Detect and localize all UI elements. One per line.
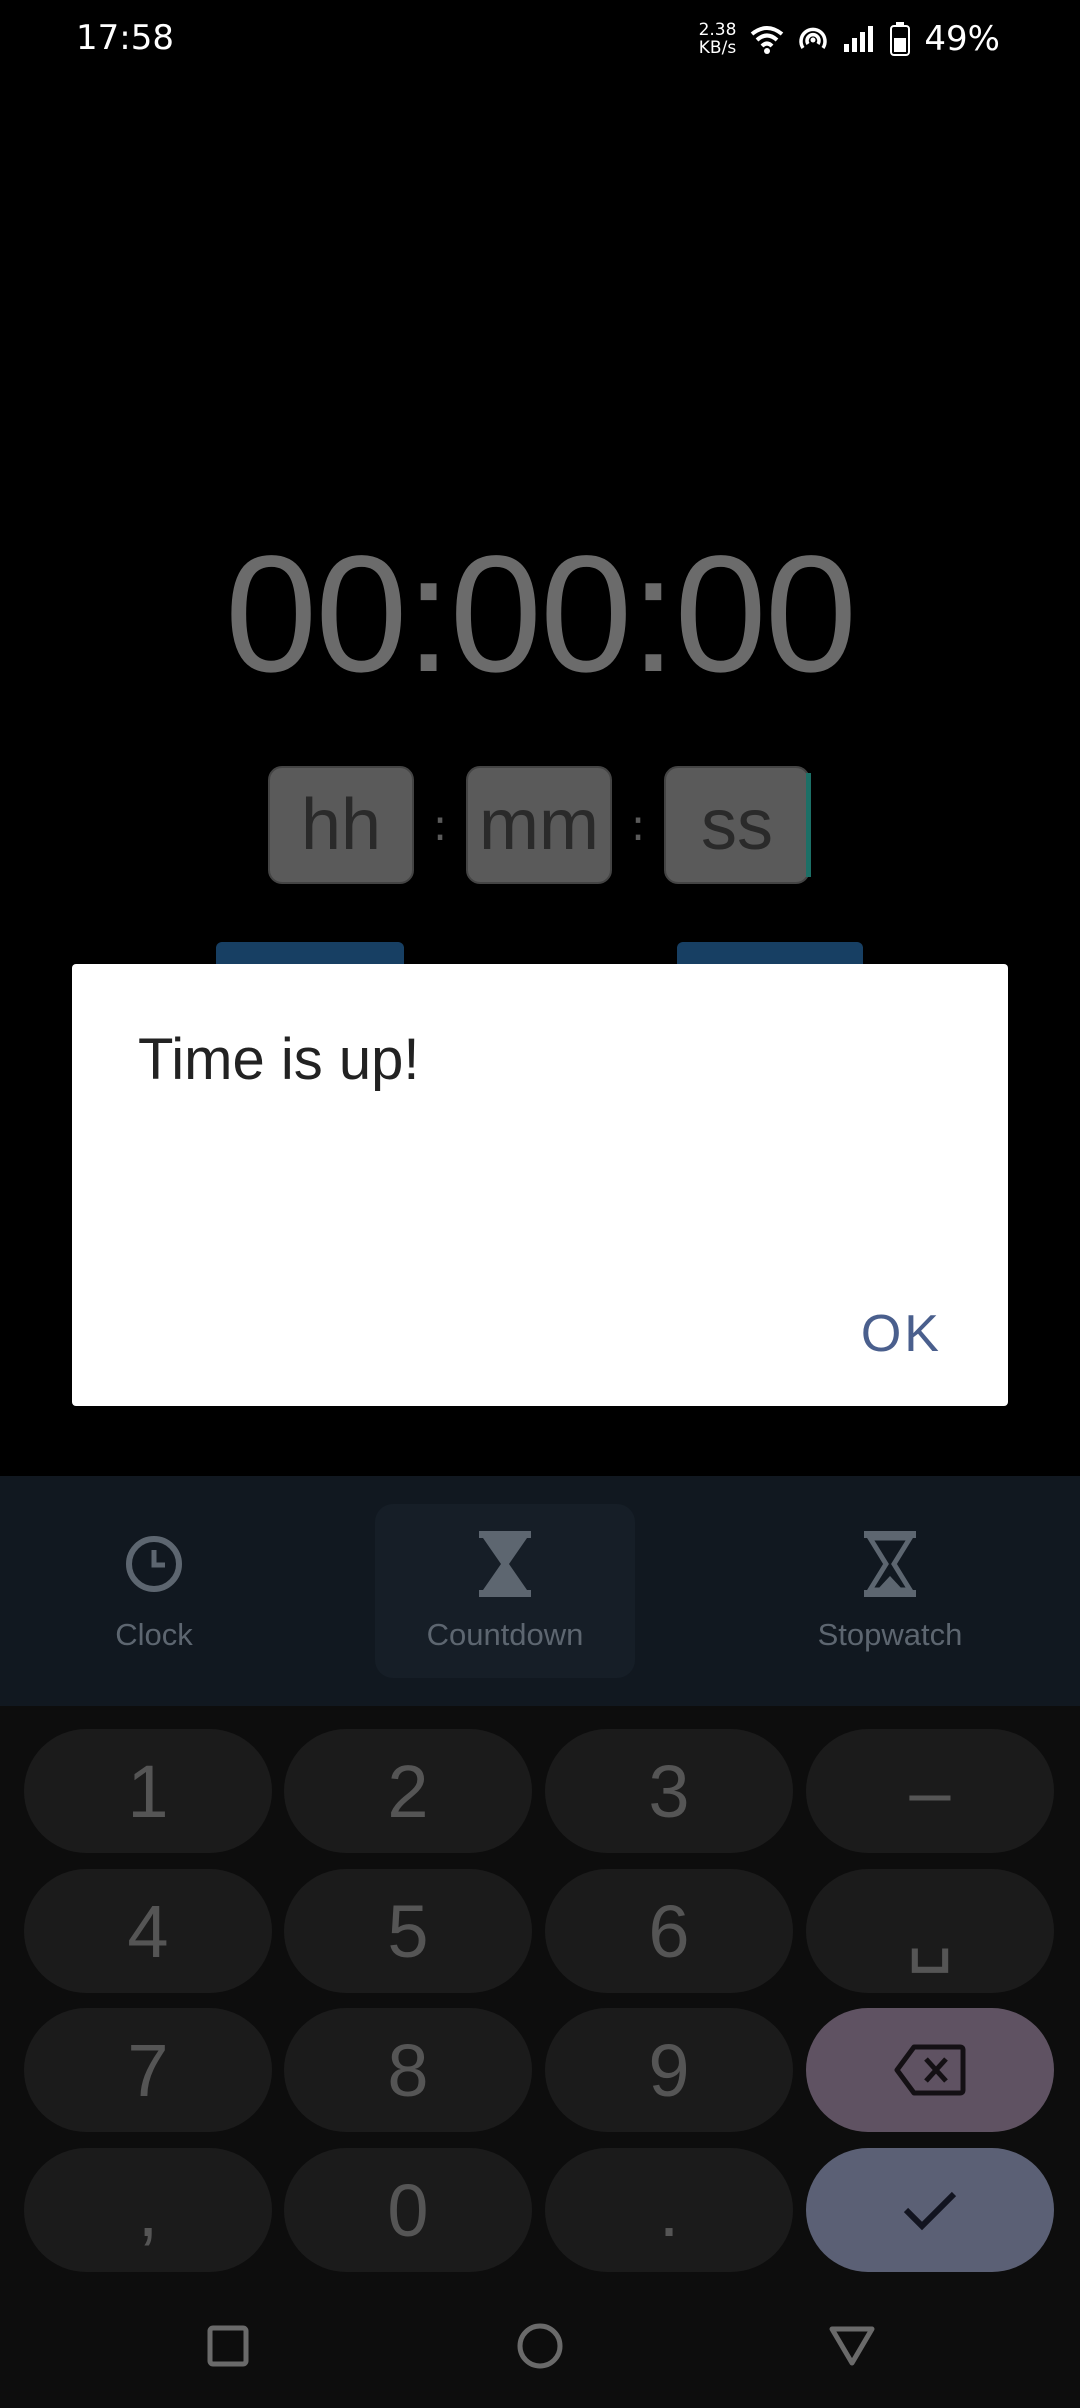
numeric-keypad: 1 2 3 – 4 5 6 ␣ 7 8 9 , 0 .: [0, 1706, 1080, 2286]
separator: :: [630, 799, 646, 851]
key-7[interactable]: 7: [24, 2008, 272, 2132]
hotspot-icon: [799, 27, 828, 49]
circle-icon: [517, 2323, 563, 2369]
key-9[interactable]: 9: [545, 2008, 793, 2132]
reset-button-partial[interactable]: [677, 942, 863, 966]
separator: :: [432, 799, 448, 851]
check-icon: [903, 2191, 957, 2231]
key-3[interactable]: 3: [545, 1729, 793, 1853]
status-bar: 17:58 2.38 KB/s 49%: [0, 0, 1080, 80]
network-speed: 2.38 KB/s: [698, 20, 737, 58]
square-icon: [207, 2325, 249, 2367]
start-button-partial[interactable]: [216, 942, 404, 966]
key-2[interactable]: 2: [284, 1729, 532, 1853]
seconds-input[interactable]: ss: [664, 766, 810, 884]
key-0[interactable]: 0: [284, 2148, 532, 2272]
status-time: 17:58: [76, 18, 174, 58]
clock-icon: [123, 1529, 185, 1599]
hourglass-icon: [860, 1529, 920, 1599]
key-1[interactable]: 1: [24, 1729, 272, 1853]
nav-label-stopwatch: Stopwatch: [817, 1617, 963, 1652]
key-minus[interactable]: –: [806, 1729, 1054, 1853]
key-6[interactable]: 6: [545, 1869, 793, 1993]
key-4[interactable]: 4: [24, 1869, 272, 1993]
key-comma[interactable]: ,: [24, 2148, 272, 2272]
wifi-icon: [751, 26, 784, 54]
ok-button[interactable]: OK: [861, 1304, 942, 1364]
backspace-button[interactable]: [806, 2008, 1054, 2132]
triangle-back-icon: [829, 2326, 875, 2366]
signal-icon: [844, 26, 874, 52]
nav-item-clock[interactable]: Clock: [4, 1476, 304, 1706]
dialog-title: Time is up!: [138, 1027, 420, 1092]
key-space[interactable]: ␣: [806, 1869, 1054, 1993]
time-input-fields: hh : mm : ss: [268, 765, 811, 885]
backspace-icon: [894, 2044, 966, 2096]
hourglass-icon: [475, 1529, 535, 1599]
nav-label-clock: Clock: [115, 1617, 193, 1652]
battery-percentage: 49%: [924, 19, 1000, 59]
nav-item-countdown[interactable]: Countdown: [355, 1476, 655, 1706]
nav-item-stopwatch[interactable]: Stopwatch: [740, 1476, 1040, 1706]
battery-icon: [890, 22, 911, 56]
countdown-display: 00:00:00: [224, 522, 857, 707]
back-button[interactable]: [822, 2316, 882, 2376]
key-dot[interactable]: .: [545, 2148, 793, 2272]
minutes-input[interactable]: mm: [466, 766, 612, 884]
home-button[interactable]: [510, 2316, 570, 2376]
bottom-navigation: Clock Countdown Stopwatch: [0, 1476, 1080, 1706]
key-5[interactable]: 5: [284, 1869, 532, 1993]
nav-label-countdown: Countdown: [426, 1617, 584, 1652]
confirm-button[interactable]: [806, 2148, 1054, 2272]
recents-button[interactable]: [198, 2316, 258, 2376]
hours-input[interactable]: hh: [268, 766, 414, 884]
system-navigation-bar: [0, 2286, 1080, 2408]
status-icons: 2.38 KB/s 49%: [699, 14, 1000, 64]
text-caret: [806, 773, 811, 877]
key-8[interactable]: 8: [284, 2008, 532, 2132]
alert-dialog: Time is up! OK: [72, 964, 1008, 1406]
